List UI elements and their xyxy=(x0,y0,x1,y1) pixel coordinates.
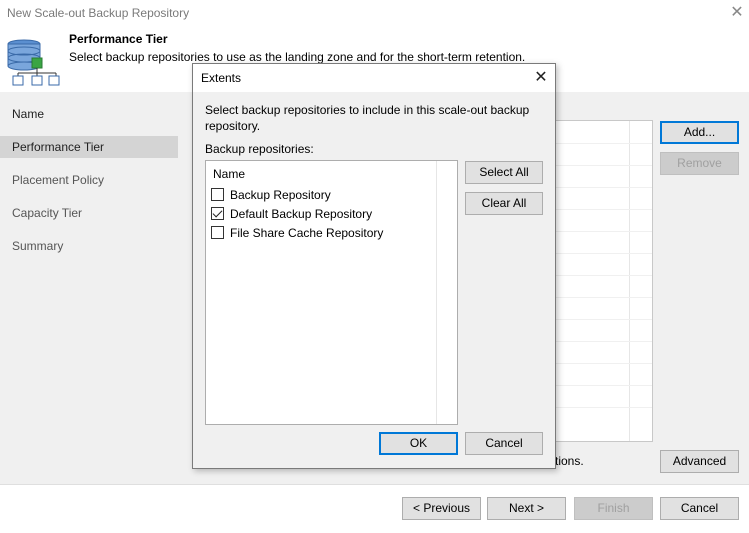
dialog-title: Extents xyxy=(201,71,242,85)
remove-button[interactable]: Remove xyxy=(660,152,739,175)
clear-all-button[interactable]: Clear All xyxy=(465,192,543,215)
wizard-footer: < Previous Next > Finish Cancel xyxy=(0,484,749,533)
dialog-close-icon[interactable]: ✕ xyxy=(531,68,551,88)
dialog-description: Select backup repositories to include in… xyxy=(205,103,530,133)
list-row-line xyxy=(556,209,652,210)
ok-button[interactable]: OK xyxy=(379,432,458,455)
hint-text: tions. xyxy=(555,454,584,468)
sidebar-item-name[interactable]: Name xyxy=(0,103,178,125)
list-row-line xyxy=(556,187,652,188)
list-row-line xyxy=(556,319,652,320)
list-item[interactable]: Default Backup Repository xyxy=(211,206,372,222)
sidebar-item-summary[interactable]: Summary xyxy=(0,235,178,257)
extents-dialog: Extents ✕ Select backup repositories to … xyxy=(192,63,556,469)
window-title: New Scale-out Backup Repository xyxy=(7,6,190,20)
dialog-titlebar: Extents ✕ xyxy=(193,64,555,92)
sidebar-item-placement-policy[interactable]: Placement Policy xyxy=(0,169,178,191)
dialog-cancel-button[interactable]: Cancel xyxy=(465,432,543,455)
repository-label: Backup Repository xyxy=(230,188,331,202)
list-row-line xyxy=(556,253,652,254)
repository-label: Default Backup Repository xyxy=(230,207,373,221)
checkbox[interactable] xyxy=(211,188,224,201)
repositories-list[interactable]: Name Backup Repository Default Backup Re… xyxy=(205,160,458,425)
column-header-name[interactable]: Name xyxy=(213,167,245,181)
page-subtitle: Select backup repositories to use as the… xyxy=(69,50,526,64)
list-row-line xyxy=(556,231,652,232)
list-row-line xyxy=(556,165,652,166)
sidebar-item-performance-tier[interactable]: Performance Tier xyxy=(0,136,178,158)
window-close-icon[interactable]: ✕ xyxy=(727,3,747,23)
page-title: Performance Tier xyxy=(69,32,168,46)
extents-list[interactable] xyxy=(555,120,653,442)
sidebar-item-capacity-tier[interactable]: Capacity Tier xyxy=(0,202,178,224)
list-row-line xyxy=(556,275,652,276)
checkbox-checked[interactable] xyxy=(211,207,224,220)
column-separator xyxy=(629,121,630,441)
window-titlebar: New Scale-out Backup Repository ✕ xyxy=(0,0,749,28)
finish-button[interactable]: Finish xyxy=(574,497,653,520)
list-row-line xyxy=(556,143,652,144)
list-row-line xyxy=(556,297,652,298)
database-tree-icon xyxy=(7,39,60,86)
list-row-line xyxy=(556,363,652,364)
next-button[interactable]: Next > xyxy=(487,497,566,520)
list-item[interactable]: Backup Repository xyxy=(211,187,331,203)
wizard-steps-sidebar: Name Performance Tier Placement Policy C… xyxy=(0,92,193,484)
list-row-line xyxy=(556,407,652,408)
advanced-button[interactable]: Advanced xyxy=(660,450,739,473)
add-button[interactable]: Add... xyxy=(660,121,739,144)
previous-button[interactable]: < Previous xyxy=(402,497,481,520)
cancel-button[interactable]: Cancel xyxy=(660,497,739,520)
repositories-label: Backup repositories: xyxy=(205,142,314,156)
list-row-line xyxy=(556,385,652,386)
column-separator xyxy=(436,161,437,424)
list-row-line xyxy=(556,341,652,342)
checkbox[interactable] xyxy=(211,226,224,239)
repository-label: File Share Cache Repository xyxy=(230,226,384,240)
select-all-button[interactable]: Select All xyxy=(465,161,543,184)
list-item[interactable]: File Share Cache Repository xyxy=(211,225,383,241)
